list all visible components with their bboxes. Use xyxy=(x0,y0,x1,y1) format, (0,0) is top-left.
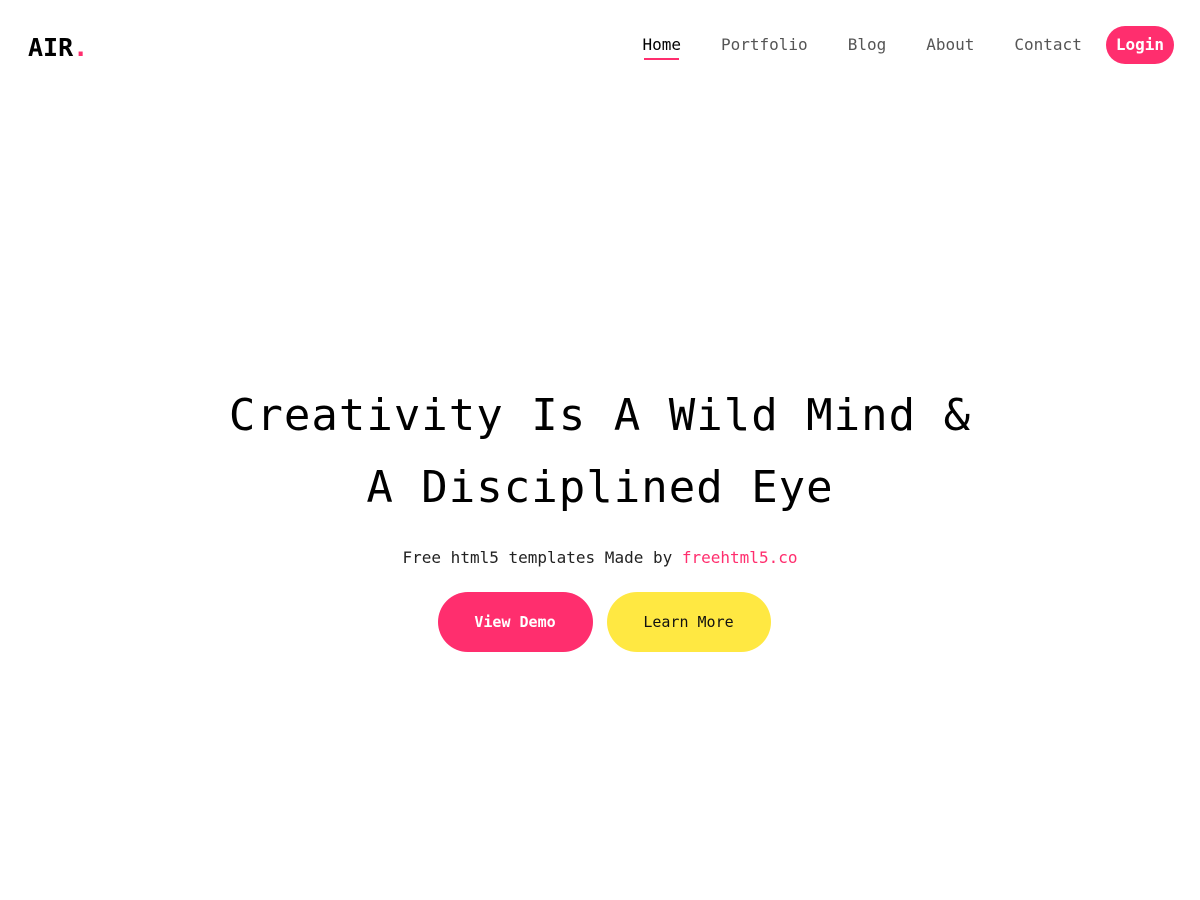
freehtml5-link[interactable]: freehtml5.co xyxy=(682,548,798,567)
main-nav: Home Portfolio Blog About Contact Login xyxy=(602,26,1174,64)
hero-subtitle-text: Free html5 templates Made by xyxy=(402,548,682,567)
page: AIR. Home Portfolio Blog About Contact L… xyxy=(0,0,1200,900)
nav-item-contact[interactable]: Contact xyxy=(1014,26,1081,64)
hero-subtitle: Free html5 templates Made by freehtml5.c… xyxy=(0,546,1200,570)
nav-item-home[interactable]: Home xyxy=(642,26,681,64)
hero-title: Creativity Is A Wild Mind & A Discipline… xyxy=(0,380,1200,524)
logo-dot: . xyxy=(73,33,89,62)
nav-item-blog[interactable]: Blog xyxy=(848,26,887,64)
site-logo[interactable]: AIR. xyxy=(28,33,88,63)
nav-item-about[interactable]: About xyxy=(926,26,974,64)
learn-more-button[interactable]: Learn More xyxy=(606,592,771,652)
nav-item-portfolio[interactable]: Portfolio xyxy=(721,26,808,64)
login-button[interactable]: Login xyxy=(1105,26,1174,64)
hero-title-line-1: Creativity Is A Wild Mind & xyxy=(228,390,972,441)
hero-title-line-2: A Disciplined Eye xyxy=(366,462,834,513)
view-demo-button[interactable]: View Demo xyxy=(437,592,593,652)
logo-text: AIR xyxy=(28,33,74,62)
hero-section: Creativity Is A Wild Mind & A Discipline… xyxy=(0,380,1200,652)
hero-buttons: View Demo Learn More xyxy=(0,592,1200,652)
